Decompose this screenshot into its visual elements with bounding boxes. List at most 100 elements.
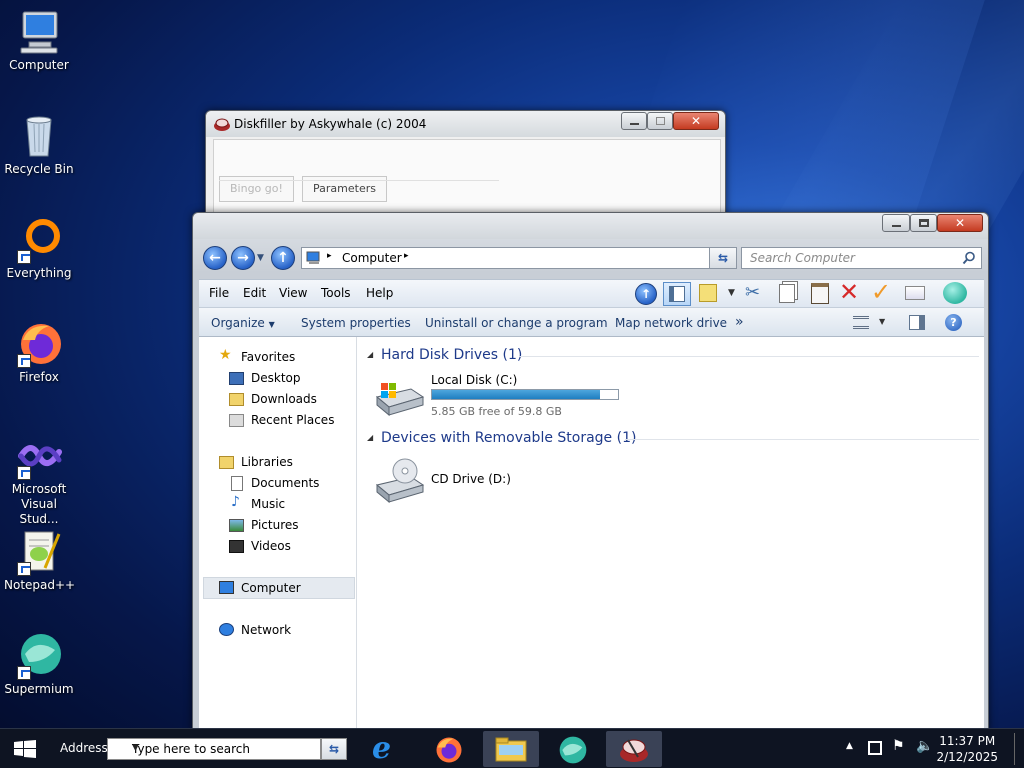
nav-pictures[interactable]: Pictures (251, 518, 299, 532)
group-hard-disk-drives[interactable]: Hard Disk Drives (1) (381, 347, 522, 363)
taskbar-file-explorer[interactable] (483, 731, 539, 767)
diskfiller-app-icon (620, 739, 648, 762)
taskbar-internet-explorer[interactable]: e (360, 731, 416, 767)
show-desktop-button[interactable] (1014, 733, 1020, 765)
help-icon[interactable]: ? (945, 314, 962, 331)
up-button[interactable]: ↑ (271, 246, 295, 270)
back-arrow-icon: ← (209, 250, 221, 266)
collapse-group-icon[interactable]: ◢ (367, 433, 373, 442)
desktop-icon-label: Computer (9, 58, 69, 72)
view-options-dropdown-icon[interactable]: ▼ (879, 317, 885, 326)
menu-edit[interactable]: Edit (243, 286, 266, 300)
group-divider (519, 356, 979, 357)
desktop-icon-computer[interactable]: Computer (4, 8, 74, 73)
nav-desktop[interactable]: Desktop (251, 371, 301, 385)
navigation-row: ← → ▼ ↑ ▸ Computer ▸ ▼ ⇆ Search Computer (193, 241, 988, 275)
system-properties-button[interactable]: System properties (301, 316, 411, 330)
show-hidden-icons-icon[interactable]: ▲ (846, 741, 853, 751)
address-toolbar-label: Address (60, 741, 108, 755)
taskbar-clock[interactable]: 11:37 PM 2/12/2025 (936, 733, 998, 765)
maximize-icon (919, 219, 929, 227)
explorer-window[interactable]: ✕ ← → ▼ ↑ ▸ Computer ▸ ▼ ⇆ Search Comput… (192, 212, 989, 733)
nav-network[interactable]: Network (241, 623, 291, 637)
copy-icon[interactable] (779, 284, 795, 303)
search-icon[interactable] (962, 251, 976, 265)
group-removable-storage[interactable]: Devices with Removable Storage (1) (381, 430, 636, 446)
desktop-icon-supermium[interactable]: Supermium (4, 632, 74, 697)
address-text[interactable]: Computer (342, 251, 402, 265)
search-dropdown-icon[interactable]: ▼ (132, 743, 316, 753)
recent-pages-dropdown-icon[interactable]: ▼ (257, 253, 264, 263)
taskbar-search-box[interactable]: Type here to search ▼ (107, 738, 321, 760)
desktop-icon-notepadpp[interactable]: Notepad++ (4, 528, 75, 593)
breadcrumb-separator-icon[interactable]: ▸ (404, 251, 409, 261)
cut-icon[interactable]: ✂ (745, 282, 760, 303)
view-options-icon[interactable] (853, 316, 869, 329)
volume-muted-icon[interactable]: 🔈 (916, 738, 933, 754)
recent-places-icon (229, 414, 244, 427)
diskfiller-window[interactable]: Diskfiller by Askywhale (c) 2004 ✕ Bingo… (205, 110, 726, 220)
collapse-group-icon[interactable]: ◢ (367, 350, 373, 359)
go-arrow-icon: ⇆ (328, 742, 340, 756)
menu-bar: File Edit View Tools Help ↑ ▼ ✂ ✕ ✓ (199, 278, 984, 307)
nav-downloads[interactable]: Downloads (251, 392, 317, 406)
nav-favorites[interactable]: Favorites (241, 350, 295, 364)
menu-tools[interactable]: Tools (321, 286, 351, 300)
nav-videos[interactable]: Videos (251, 539, 291, 553)
nav-computer[interactable]: Computer (241, 581, 301, 595)
refresh-button[interactable]: ⇆ (709, 247, 737, 269)
menu-view[interactable]: View (279, 286, 307, 300)
taskbar-firefox[interactable] (422, 731, 478, 767)
supermium-toolbar-icon[interactable] (943, 282, 967, 304)
map-network-drive-button[interactable]: Map network drive (615, 316, 727, 330)
taskbar-diskfiller[interactable] (606, 731, 662, 767)
drive-d-name: CD Drive (D:) (431, 472, 511, 486)
back-button[interactable]: ← (203, 246, 227, 270)
paste-icon[interactable] (811, 283, 829, 304)
maximize-button[interactable] (910, 214, 937, 232)
desktop-icon-visual-studio[interactable]: Microsoft Visual Stud... (4, 432, 74, 527)
close-button[interactable]: ✕ (673, 112, 719, 130)
forward-button[interactable]: → (231, 246, 255, 270)
minimize-button[interactable] (882, 214, 910, 232)
windows-start-icon[interactable] (14, 740, 36, 758)
menu-file[interactable]: File (209, 286, 229, 300)
downloads-folder-icon (229, 393, 244, 406)
folder-options-icon[interactable] (699, 284, 717, 302)
taskbar-supermium[interactable] (545, 731, 601, 767)
desktop-icon-firefox[interactable]: Firefox (4, 320, 74, 385)
drive-c-name: Local Disk (C:) (431, 373, 518, 387)
more-commands-button[interactable]: » (735, 314, 744, 330)
menu-help[interactable]: Help (366, 286, 393, 300)
properties-icon[interactable] (905, 286, 925, 300)
desktop-icon-recycle-bin[interactable]: Recycle Bin (4, 112, 74, 177)
folders-pane-button[interactable] (663, 282, 691, 306)
explorer-titlebar[interactable]: ✕ (193, 213, 988, 239)
close-button[interactable]: ✕ (937, 214, 983, 232)
nav-documents[interactable]: Documents (251, 476, 319, 490)
delete-icon[interactable]: ✕ (839, 278, 859, 306)
desktop-icon-label: Firefox (19, 370, 59, 384)
uninstall-program-button[interactable]: Uninstall or change a program (425, 316, 608, 330)
maximize-button[interactable] (647, 112, 673, 130)
shortcut-arrow-icon (17, 666, 31, 680)
nav-music[interactable]: Music (251, 497, 285, 511)
minimize-button[interactable] (621, 112, 647, 130)
toolbar-up-button[interactable]: ↑ (635, 283, 657, 305)
network-tray-icon[interactable] (868, 741, 882, 755)
folder-options-dropdown-icon[interactable]: ▼ (728, 288, 735, 298)
desktop-icon-everything[interactable]: Everything (4, 216, 74, 281)
address-bar[interactable]: ▸ Computer ▸ ▼ (301, 247, 731, 269)
diskfiller-titlebar[interactable]: Diskfiller by Askywhale (c) 2004 ✕ (206, 111, 725, 137)
diskfiller-client-area: Bingo go! Parameters (213, 139, 721, 219)
undo-checkmark-icon[interactable]: ✓ (871, 278, 891, 306)
taskbar-go-button[interactable]: ⇆ (321, 738, 347, 760)
search-box[interactable]: Search Computer (741, 247, 982, 269)
organize-button[interactable]: Organize ▼ (211, 316, 275, 330)
nav-libraries[interactable]: Libraries (241, 455, 293, 469)
action-center-flag-icon[interactable]: ⚑ (892, 738, 905, 754)
preview-pane-icon[interactable] (909, 315, 925, 330)
search-placeholder: Search Computer (750, 251, 855, 265)
computer-icon (219, 581, 234, 594)
nav-recent-places[interactable]: Recent Places (251, 413, 334, 427)
